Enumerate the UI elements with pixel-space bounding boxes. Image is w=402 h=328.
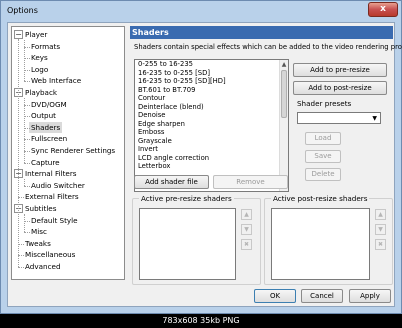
tree-item-dvd-ogm[interactable]: DVD/OGM xyxy=(31,99,67,110)
pre-resize-list[interactable] xyxy=(139,208,236,280)
tree-item-fullscreen[interactable]: Fullscreen xyxy=(31,133,67,144)
tree-item-keys[interactable]: Keys xyxy=(31,52,48,63)
page-description: Shaders contain special effects which ca… xyxy=(134,43,402,51)
chevron-down-icon: ▼ xyxy=(372,115,377,122)
image-caption: 783x608 35kb PNG xyxy=(0,314,402,328)
tree-item-subtitles[interactable]: Subtitles xyxy=(25,203,56,214)
tree-connector xyxy=(18,39,19,267)
tree-item-player[interactable]: Player xyxy=(25,29,47,40)
tree-item-shaders[interactable]: Shaders xyxy=(29,121,63,133)
list-item[interactable]: BT.601 to BT.709 xyxy=(135,86,288,95)
save-button[interactable]: Save xyxy=(305,150,341,163)
list-item[interactable]: LCD angle correction xyxy=(135,154,288,163)
add-shader-file-button[interactable]: Add shader file xyxy=(134,175,209,189)
tree-item-external-filters[interactable]: External Filters xyxy=(25,191,79,202)
post-resize-group-title: Active post-resize shaders xyxy=(271,194,370,203)
title-bar[interactable]: Options x xyxy=(1,1,401,22)
tree-connector xyxy=(24,179,25,186)
options-window: Options x Player − Formats Keys Logo Web Inte… xyxy=(0,0,402,314)
move-up-icon[interactable]: ▲ xyxy=(375,209,386,220)
cancel-button[interactable]: Cancel xyxy=(301,289,343,303)
tree-item-web-interface[interactable]: Web Interface xyxy=(31,75,81,86)
move-down-icon[interactable]: ▼ xyxy=(241,224,252,235)
options-tree[interactable]: Player − Formats Keys Logo Web Interface Playb… xyxy=(11,26,125,280)
tree-connector xyxy=(24,214,25,233)
shader-list-scrollbar[interactable]: ▲ ▼ xyxy=(279,60,288,191)
close-button[interactable]: x xyxy=(368,2,398,17)
tree-item-audio-switcher[interactable]: Audio Switcher xyxy=(31,180,85,191)
window-title: Options xyxy=(7,6,38,15)
tree-item-default-style[interactable]: Default Style xyxy=(31,215,78,226)
list-item[interactable]: 16-235 to 0-255 [SD] xyxy=(135,69,288,78)
shader-list[interactable]: 0-255 to 16-235 16-235 to 0-255 [SD] 16-23… xyxy=(134,59,289,192)
tree-item-internal-filters[interactable]: Internal Filters xyxy=(25,168,77,179)
remove-icon[interactable]: ✖ xyxy=(241,239,252,250)
tree-connector xyxy=(24,40,25,82)
tree-item-playback[interactable]: Playback xyxy=(25,87,57,98)
shader-presets-select[interactable]: ▼ xyxy=(297,112,381,124)
pre-resize-group-title: Active pre-resize shaders xyxy=(139,194,234,203)
apply-button[interactable]: Apply xyxy=(349,289,391,303)
tree-item-capture[interactable]: Capture xyxy=(31,157,60,168)
list-item[interactable]: Denoise xyxy=(135,111,288,120)
collapse-icon[interactable]: − xyxy=(14,30,23,39)
tree-item-sync-renderer-settings[interactable]: Sync Renderer Settings xyxy=(31,145,115,156)
list-item[interactable]: 0-255 to 16-235 xyxy=(135,60,288,69)
list-item[interactable]: Grayscale xyxy=(135,137,288,146)
list-item[interactable]: Edge sharpen xyxy=(135,120,288,129)
add-to-post-resize-button[interactable]: Add to post-resize xyxy=(293,81,387,95)
tree-item-logo[interactable]: Logo xyxy=(31,64,48,75)
list-item[interactable]: Contour xyxy=(135,94,288,103)
add-to-pre-resize-button[interactable]: Add to pre-resize xyxy=(293,63,387,77)
post-resize-list[interactable] xyxy=(271,208,370,280)
scroll-up-icon[interactable]: ▲ xyxy=(280,60,288,69)
tree-connector xyxy=(24,185,30,187)
list-item[interactable]: Letterbox xyxy=(135,162,288,171)
tree-connector xyxy=(24,232,30,234)
scroll-thumb[interactable] xyxy=(281,70,287,118)
remove-button[interactable]: Remove xyxy=(213,175,288,189)
dialog-client: Player − Formats Keys Logo Web Interface Playb… xyxy=(7,22,402,307)
tree-connector xyxy=(24,162,30,164)
move-up-icon[interactable]: ▲ xyxy=(241,209,252,220)
list-item[interactable]: 16-235 to 0-255 [SD][HD] xyxy=(135,77,288,86)
tree-item-miscellaneous[interactable]: Miscellaneous xyxy=(25,249,75,260)
tree-item-advanced[interactable]: Advanced xyxy=(25,261,61,272)
move-down-icon[interactable]: ▼ xyxy=(375,224,386,235)
tree-connector xyxy=(24,81,30,83)
shader-presets-label: Shader presets xyxy=(297,99,352,108)
tree-connector xyxy=(18,267,24,268)
list-item[interactable]: Invert xyxy=(135,145,288,154)
page-title: Shaders xyxy=(130,26,393,39)
post-resize-group: Active post-resize shaders ▲ ▼ ✖ xyxy=(264,194,393,285)
ok-button[interactable]: OK xyxy=(254,289,296,303)
pre-resize-group: Active pre-resize shaders ▲ ▼ ✖ xyxy=(132,194,261,285)
tree-connector xyxy=(24,98,25,163)
delete-button[interactable]: Delete xyxy=(305,168,341,181)
remove-icon[interactable]: ✖ xyxy=(375,239,386,250)
load-button[interactable]: Load xyxy=(305,132,341,145)
tree-item-tweaks[interactable]: Tweaks xyxy=(25,238,51,249)
tree-item-formats[interactable]: Formats xyxy=(31,41,60,52)
tree-item-misc[interactable]: Misc xyxy=(31,226,47,237)
list-item[interactable]: Deinterlace (blend) xyxy=(135,103,288,112)
tree-item-output[interactable]: Output xyxy=(31,110,56,121)
list-item[interactable]: Emboss xyxy=(135,128,288,137)
